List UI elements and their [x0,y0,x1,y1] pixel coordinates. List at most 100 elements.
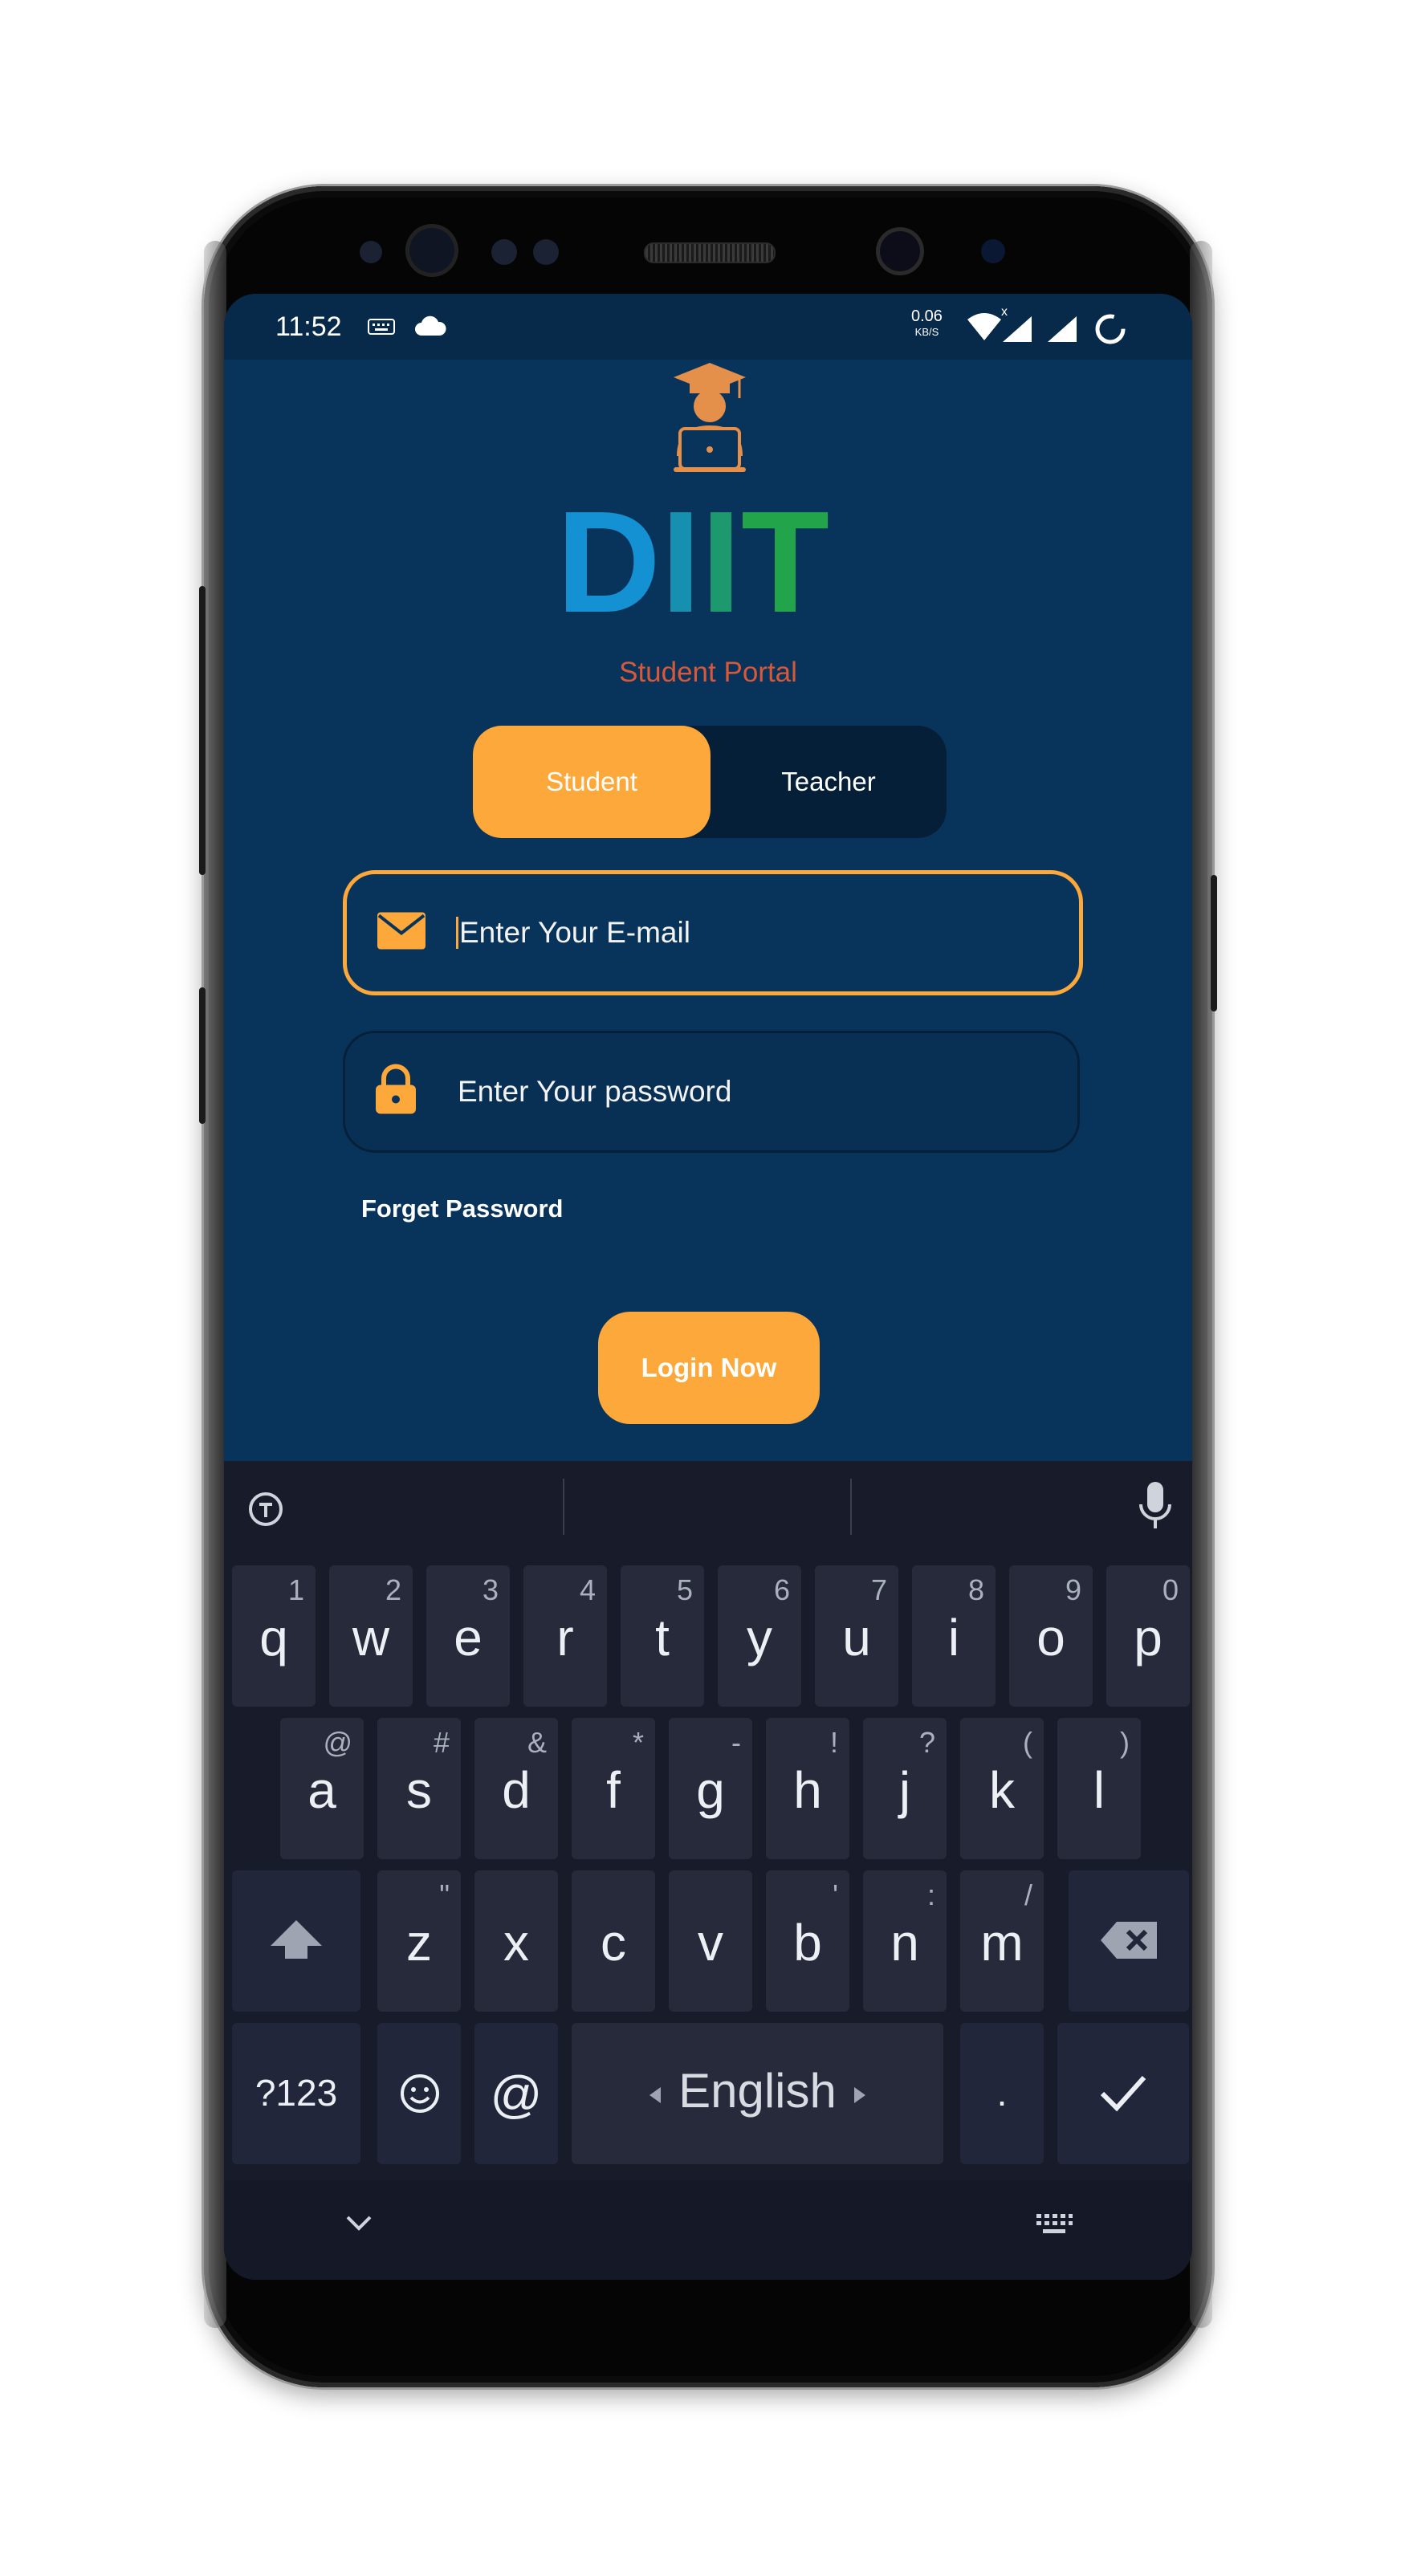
backspace-icon [1099,1920,1160,1964]
bixby-button [199,987,206,1124]
space-language-label: English [678,2064,837,2118]
key-hint: ! [829,1726,838,1759]
key-r[interactable]: 4r [523,1565,607,1707]
key-y[interactable]: 6y [718,1565,801,1707]
role-toggle: Student Teacher [473,726,947,838]
key-hint: - [731,1726,741,1759]
key-letter: f [606,1761,621,1819]
key-letter: x [503,1914,529,1972]
key-b[interactable]: ' b [766,1870,849,2012]
key-hint: ? [918,1726,935,1759]
key-g[interactable]: -g [669,1718,752,1859]
key-o[interactable]: 9o [1009,1565,1093,1707]
key-hint: 6 [773,1573,790,1606]
period-key-label: . [996,2072,1008,2114]
key-hint: 7 [870,1573,887,1606]
tab-teacher[interactable]: Teacher [711,726,947,838]
key-hint: 8 [967,1573,984,1606]
key-w[interactable]: 2w [329,1565,413,1707]
forget-password-link[interactable]: Forget Password [361,1194,564,1223]
key-s[interactable]: # s [377,1718,461,1859]
key-letter: e [454,1609,483,1666]
key-letter: d [502,1761,531,1819]
keyboard-nav-bar [224,2180,1192,2280]
enter-key[interactable] [1057,2023,1189,2164]
key-n[interactable]: :n [863,1870,947,2012]
login-button[interactable]: Login Now [598,1312,820,1424]
key-m[interactable]: / m [960,1870,1044,2012]
key-hint: " [439,1878,450,1911]
key-v[interactable]: v [669,1870,752,2012]
key-hint: @ [323,1726,352,1759]
logo-subtitle-text: Student Portal [619,657,797,688]
at-key[interactable]: @ [474,2023,558,2164]
key-letter: q [259,1609,288,1666]
text-caret [456,917,458,949]
mail-icon [376,911,427,955]
key-p[interactable]: 0p [1106,1565,1190,1707]
key-letter: i [947,1609,960,1666]
symbols-key[interactable]: ?123 [232,2023,360,2164]
emoji-icon [399,2073,441,2118]
key-e[interactable]: 3e [426,1565,510,1707]
key-t[interactable]: 5t [621,1565,704,1707]
password-field[interactable]: Enter Your password [343,1031,1080,1153]
battery-icon [1093,311,1128,351]
phone-edge-right [1190,241,1212,2328]
shift-key[interactable] [232,1870,360,2012]
backspace-key[interactable] [1069,1870,1189,2012]
lock-icon [374,1064,417,1120]
mic-icon[interactable] [1138,1480,1173,1536]
chevron-down-icon[interactable] [344,2214,373,2237]
key-q[interactable]: 1q [232,1565,316,1707]
key-l[interactable]: ) l [1057,1718,1141,1859]
key-c[interactable]: c [572,1870,655,2012]
key-letter: a [307,1761,336,1819]
keyboard-icon [367,316,396,341]
at-key-label: @ [490,2065,543,2123]
key-letter: o [1036,1609,1065,1666]
key-x[interactable]: x [474,1870,558,2012]
check-icon [1099,2073,1147,2117]
signal-icon [1046,315,1078,348]
key-letter: p [1134,1609,1163,1666]
key-hint: : [926,1878,935,1911]
key-j[interactable]: ? j [863,1718,947,1859]
key-hint: ) [1120,1726,1130,1759]
key-f[interactable]: * f [572,1718,655,1859]
key-h[interactable]: ! h [766,1718,849,1859]
keyboard-hide-icon[interactable] [1035,2212,1073,2242]
key-k[interactable]: (k [960,1718,1044,1859]
key-letter: c [601,1914,626,1972]
email-placeholder: Enter Your E-mail [459,916,690,949]
power-button [1211,875,1217,1011]
status-bar: 11:52 0.06 KB/S x [224,294,1192,360]
key-u[interactable]: 7u [815,1565,898,1707]
key-hint: / [1024,1878,1032,1911]
shift-icon [267,1917,325,1966]
clipboard-icon[interactable] [245,1488,287,1534]
key-letter: v [698,1914,723,1972]
key-letter: l [1093,1761,1106,1819]
key-hint: 2 [385,1573,401,1606]
front-camera [880,231,920,271]
key-hint: ' [833,1878,838,1911]
key-hint: 0 [1162,1573,1179,1606]
net-speed-unit: KB/S [914,326,939,338]
iris-sensor [981,239,1005,263]
space-key[interactable]: English [572,2023,943,2164]
key-letter: j [898,1761,911,1819]
key-i[interactable]: 8i [912,1565,996,1707]
key-z[interactable]: " z [377,1870,461,2012]
key-hint: & [527,1726,547,1759]
email-field[interactable]: Enter Your E-mail [343,870,1083,995]
emoji-key[interactable] [377,2023,461,2164]
tab-student[interactable]: Student [473,726,711,838]
period-key[interactable]: . [960,2023,1044,2164]
key-letter: y [747,1609,772,1666]
volume-button [199,586,206,875]
key-letter: b [793,1914,822,1972]
key-d[interactable]: & d [474,1718,558,1859]
key-a[interactable]: @ a [280,1718,364,1859]
toolbar-divider [850,1479,852,1535]
